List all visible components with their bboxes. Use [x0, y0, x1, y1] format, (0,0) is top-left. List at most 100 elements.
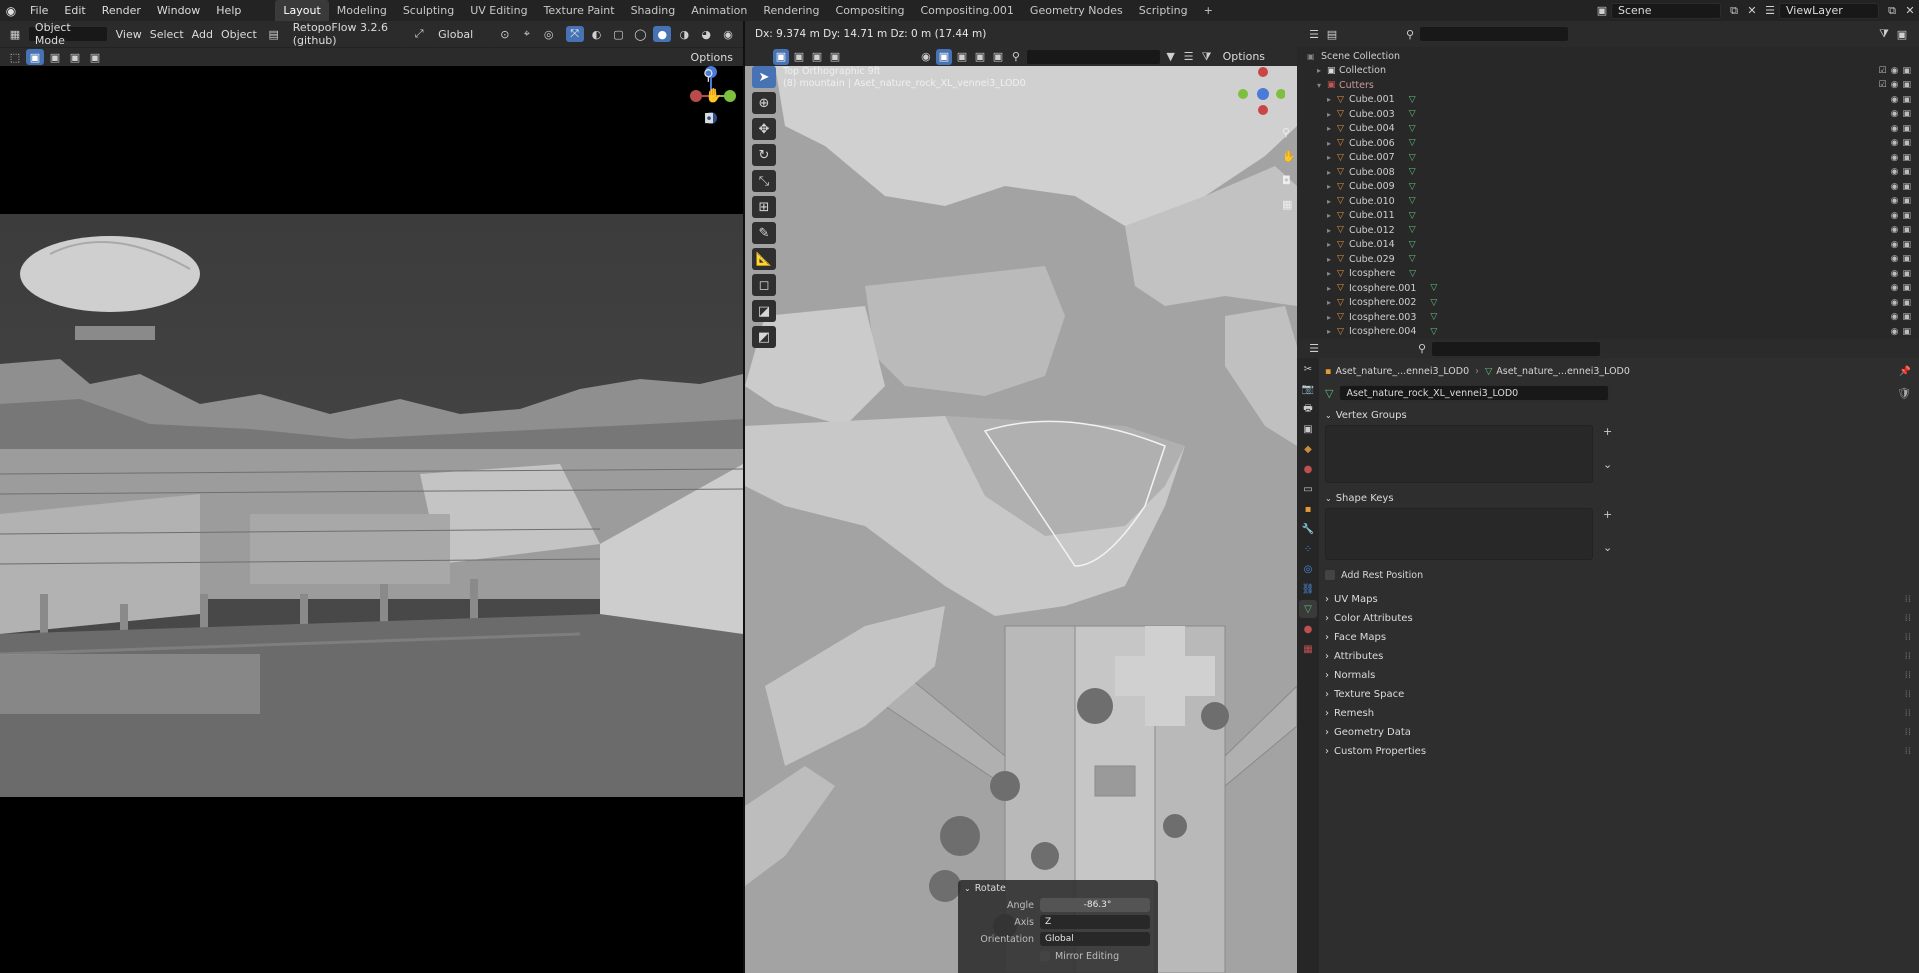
render-icon[interactable]: ▣ [1902, 95, 1911, 105]
outliner-object-row[interactable]: ▸ ▽ Cube.010 ▽ ◉ ▣ [1297, 194, 1919, 209]
camera-view-icon[interactable]: ◘ [1282, 174, 1291, 187]
shape-keys-header[interactable]: ⌄ Shape Keys [1319, 489, 1919, 508]
viewport-menu-object[interactable]: Object [217, 28, 261, 41]
mesh-data-icon[interactable]: ▽ [1325, 387, 1333, 400]
constraints-tab-icon[interactable]: ⛓ [1299, 580, 1317, 598]
options-button[interactable]: Options [687, 51, 737, 64]
render-icon[interactable]: ▣ [1902, 327, 1911, 337]
tool-tab-icon[interactable]: ✂ [1299, 360, 1317, 378]
scene-collection-row[interactable]: ▣ Scene Collection [1297, 49, 1919, 64]
workspace-tab-compositing[interactable]: Compositing [828, 0, 913, 21]
select-box-tool-icon[interactable]: ➤ [752, 66, 776, 88]
outliner-search-input[interactable] [1419, 26, 1569, 42]
cursor-tool-icon[interactable]: ⊕ [752, 92, 776, 114]
eye-icon[interactable]: ◉ [1891, 138, 1899, 148]
right-3d-viewport[interactable]: Top Orthographic 9ft (8) mountain | Aset… [745, 66, 1297, 973]
expand-chevron-icon[interactable]: ▸ [1327, 255, 1337, 264]
render-icon[interactable]: ▣ [1902, 153, 1911, 163]
expand-chevron-icon[interactable]: ▸ [1327, 168, 1337, 177]
scene-icon[interactable]: ▣ [1593, 3, 1611, 19]
eye-icon[interactable]: ◉ [1891, 327, 1899, 337]
visibility-icon[interactable]: ◉ [918, 49, 934, 65]
filter-light-icon[interactable]: ▣ [954, 49, 970, 65]
expand-chevron-icon[interactable]: ▾ [1317, 81, 1327, 90]
outliner-object-row[interactable]: ▸ ▽ Icosphere.004 ▽ ◉ ▣ [1297, 325, 1919, 340]
shape-key-menu-icon[interactable]: ⌄ [1603, 541, 1623, 554]
viewlayer-close-icon[interactable]: ✕ [1901, 3, 1919, 19]
render-icon[interactable]: ▣ [1902, 138, 1911, 148]
navigation-gizmo[interactable] [1235, 66, 1285, 116]
editor-type-icon[interactable]: ▦ [6, 26, 24, 42]
outliner-object-row[interactable]: ▸ ▽ Cube.014 ▽ ◉ ▣ [1297, 238, 1919, 253]
drag-handle-icon[interactable]: ⁞⁞ [1905, 670, 1911, 681]
expand-chevron-icon[interactable]: ▸ [1327, 284, 1337, 293]
eye-icon[interactable]: ◉ [1891, 196, 1899, 206]
drag-handle-icon[interactable]: ⁞⁞ [1905, 689, 1911, 700]
viewport-menu-select[interactable]: Select [146, 28, 188, 41]
filter-camera-icon[interactable]: ▣ [972, 49, 988, 65]
render-icon[interactable]: ▣ [1902, 269, 1911, 279]
editor-type-icon[interactable]: ☰ [1305, 341, 1323, 357]
eye-icon[interactable]: ◉ [1891, 283, 1899, 293]
outliner-object-row[interactable]: ▸ ▽ Cube.011 ▽ ◉ ▣ [1297, 209, 1919, 224]
expand-chevron-icon[interactable]: ▸ [1327, 197, 1337, 206]
expand-chevron-icon[interactable]: ▸ [1327, 269, 1337, 278]
eye-icon[interactable]: ◉ [1891, 167, 1899, 177]
xray-icon[interactable]: ▢ [610, 26, 628, 42]
vertex-group-menu-icon[interactable]: ⌄ [1603, 458, 1623, 471]
collection-tab-icon[interactable]: ▭ [1299, 480, 1317, 498]
render-icon[interactable]: ▣ [1902, 80, 1911, 90]
panel-texture-space[interactable]: › Texture Space ⁞⁞ [1319, 685, 1919, 704]
render-icon[interactable]: ▣ [1902, 124, 1911, 134]
menu-file[interactable]: File [22, 0, 56, 21]
workspace-tab-layout[interactable]: Layout [275, 0, 329, 21]
outliner-object-row[interactable]: ▸ ▽ Icosphere.002 ▽ ◉ ▣ [1297, 296, 1919, 311]
data-tab-icon[interactable]: ▽ [1299, 600, 1317, 618]
viewport-menu-add[interactable]: Add [188, 28, 217, 41]
ortho-toggle-icon[interactable]: ▦ [1282, 198, 1292, 211]
render-icon[interactable]: ▣ [1902, 66, 1911, 76]
expand-chevron-icon[interactable]: ▸ [1327, 182, 1337, 191]
particles-tab-icon[interactable]: ⁘ [1299, 540, 1317, 558]
panel-color-attributes[interactable]: › Color Attributes ⁞⁞ [1319, 609, 1919, 628]
blender-logo-icon[interactable]: ◉ [0, 0, 22, 21]
render-icon[interactable]: ▣ [1902, 283, 1911, 293]
eye-icon[interactable]: ◉ [1891, 153, 1899, 163]
filter-icon[interactable]: ▼ [1163, 49, 1179, 65]
menu-edit[interactable]: Edit [56, 0, 93, 21]
angle-field[interactable]: -86.3° [1040, 898, 1150, 912]
retopo-tool-icon[interactable]: ◪ [752, 300, 776, 322]
operator-title[interactable]: ⌄ Rotate [958, 880, 1158, 896]
shading-material-icon[interactable]: ◑ [675, 26, 693, 42]
panel-custom-properties[interactable]: › Custom Properties ⁞⁞ [1319, 742, 1919, 761]
search-input[interactable] [1025, 48, 1161, 65]
render-icon[interactable]: ▣ [1902, 240, 1911, 250]
eye-icon[interactable]: ◉ [1891, 182, 1899, 192]
workspace-tab-scripting[interactable]: Scripting [1131, 0, 1196, 21]
object-tab-icon[interactable]: ▪ [1299, 500, 1317, 518]
eye-icon[interactable]: ◉ [1891, 80, 1899, 90]
render-icon[interactable]: ▣ [1902, 312, 1911, 322]
left-3d-viewport[interactable]: ⚲ ✋ 🎥 [0, 66, 743, 973]
render-icon[interactable]: ▣ [1902, 298, 1911, 308]
select-mode-subtract-icon[interactable]: ▣ [66, 49, 84, 65]
expand-chevron-icon[interactable]: ▸ [1327, 240, 1337, 249]
expand-chevron-icon[interactable]: ▸ [1327, 226, 1337, 235]
render-tab-icon[interactable]: 📷 [1299, 380, 1317, 398]
expand-chevron-icon[interactable]: ▸ [1327, 298, 1337, 307]
workspace-tab-shading[interactable]: Shading [623, 0, 684, 21]
drag-handle-icon[interactable]: ⁞⁞ [1905, 708, 1911, 719]
measure-tool-icon[interactable]: 📐 [752, 248, 776, 270]
workspace-tab-sculpting[interactable]: Sculpting [395, 0, 462, 21]
expand-chevron-icon[interactable]: ▸ [1327, 313, 1337, 322]
eye-icon[interactable]: ◉ [1891, 95, 1899, 105]
panel-remesh[interactable]: › Remesh ⁞⁞ [1319, 704, 1919, 723]
fake-user-icon[interactable]: 🛡 [1897, 387, 1911, 400]
overlay-icon[interactable]: ◐ [588, 26, 606, 42]
outliner-object-row[interactable]: ▸ ▽ Cube.009 ▽ ◉ ▣ [1297, 180, 1919, 195]
properties-search-input[interactable] [1431, 340, 1601, 357]
gizmo-toggle-icon[interactable]: ⤧ [565, 26, 584, 42]
render-icon[interactable]: ▣ [1902, 109, 1911, 119]
search-icon[interactable]: ⚲ [1401, 26, 1419, 42]
view-layer-tab-icon[interactable]: ▣ [1299, 420, 1317, 438]
